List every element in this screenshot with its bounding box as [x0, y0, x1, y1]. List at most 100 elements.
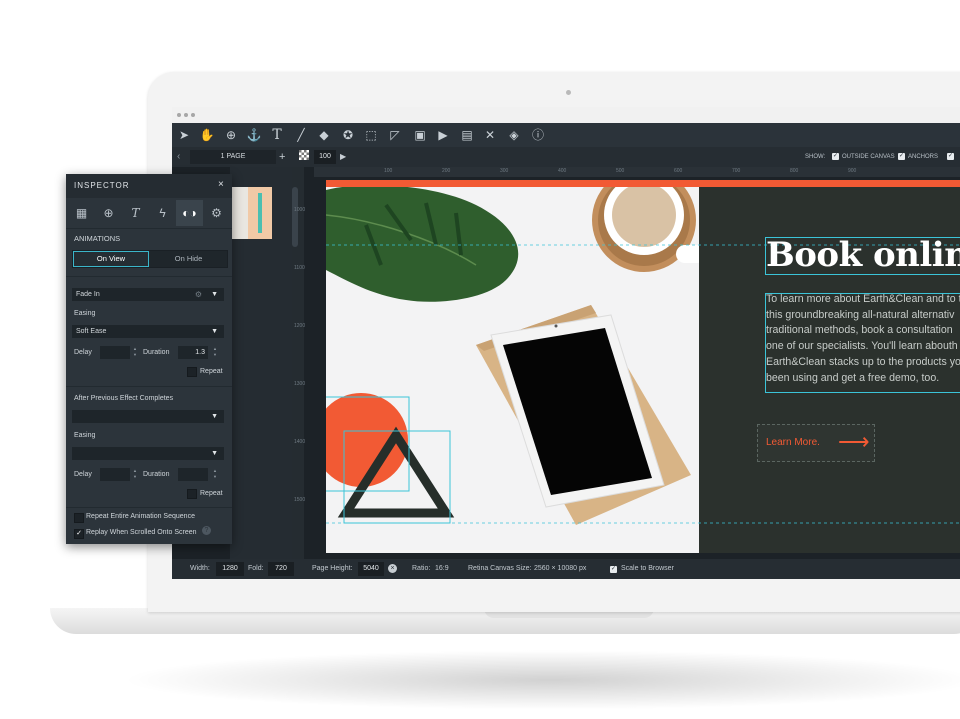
on-view-tab[interactable]: On View [73, 251, 149, 267]
repeat-sequence-checkbox[interactable] [74, 513, 84, 523]
checker-icon[interactable] [299, 150, 309, 160]
delay2-stepper[interactable]: ▲ ▼ [132, 468, 138, 481]
ruler-tick: 1000 [294, 207, 306, 213]
window-dot[interactable] [184, 113, 188, 117]
repeat-label: Repeat [200, 368, 223, 375]
anchor-icon[interactable]: ⚓ [246, 127, 262, 143]
clear-icon[interactable]: × [388, 564, 397, 573]
duration-field[interactable]: 1.3 [178, 346, 208, 359]
embed-icon[interactable]: ▤ [459, 127, 475, 143]
close-icon[interactable]: × [218, 179, 224, 191]
ruler-tick: 1200 [294, 323, 306, 329]
layout-icon[interactable]: ▦ [68, 200, 95, 226]
anchors-checkbox[interactable]: ✓ [898, 153, 905, 160]
add-page-button[interactable]: + [279, 149, 285, 165]
play-icon[interactable]: ▶ [340, 150, 346, 164]
arrow-right-icon: ⟶ [838, 429, 870, 454]
outside-canvas-checkbox[interactable]: ✓ [832, 153, 839, 160]
ruler-tick: 400 [558, 168, 567, 174]
delay-field[interactable] [100, 346, 130, 359]
chevron-down-icon: ▼ [211, 291, 218, 298]
easing-select[interactable]: Soft Ease ▼ [72, 325, 224, 338]
image-icon[interactable]: ▣ [412, 127, 428, 143]
scrollbar-thumb[interactable] [292, 187, 298, 247]
outside-canvas-label: OUTSIDE CANVAS [842, 154, 895, 160]
animation-icon[interactable]: ◐◑ [176, 200, 203, 226]
on-hide-tab[interactable]: On Hide [150, 251, 227, 267]
shape-icon[interactable]: ◆ [316, 127, 332, 143]
easing2-label: Easing [74, 432, 96, 439]
page-bar: ‹ 1 PAGE + 100 ▶ SHOW: ✓ OUTSIDE CANVAS … [172, 147, 960, 167]
easing-label: Easing [74, 310, 96, 317]
text-icon[interactable]: T [269, 127, 285, 143]
tools-icon[interactable]: ✕ [482, 127, 498, 143]
gear-icon[interactable]: ⚙ [203, 200, 230, 226]
star-icon[interactable]: ✪ [340, 127, 356, 143]
typography-icon[interactable]: T [122, 200, 149, 226]
frame-icon[interactable]: ⬚ [363, 127, 379, 143]
info-icon[interactable]: ⓘ [530, 127, 546, 143]
inspector-header: INSPECTOR × [66, 174, 232, 198]
zoom-field[interactable]: 100 [314, 150, 336, 164]
page-height-field[interactable]: 5040 [358, 562, 384, 576]
extra-checkbox[interactable]: ✓ [947, 153, 954, 160]
delay2-field[interactable] [100, 468, 130, 481]
duration2-stepper[interactable]: ▲ ▼ [212, 468, 218, 481]
duration-stepper[interactable]: ▲ ▼ [212, 346, 218, 359]
duration2-label: Duration [143, 471, 170, 478]
chevron-left-icon[interactable]: ‹ [177, 150, 180, 164]
gear-icon[interactable]: ⚙ [191, 288, 202, 301]
ruler-tick: 900 [848, 168, 857, 174]
width-label: Width: [190, 565, 210, 572]
after-previous-label: After Previous Effect Completes [74, 395, 174, 402]
help-icon[interactable]: ? [202, 526, 211, 535]
lightning-icon[interactable]: ϟ [149, 200, 176, 226]
window-dot[interactable] [191, 113, 195, 117]
thumb-toothbrush [258, 193, 262, 233]
delay-stepper[interactable]: ▲ ▼ [132, 346, 138, 359]
animations-label: ANIMATIONS [74, 234, 121, 243]
duration2-field[interactable] [178, 468, 208, 481]
replay-label: Replay When Scrolled Onto Screen [86, 529, 197, 536]
path-icon[interactable]: ◸ [387, 127, 403, 143]
line-icon[interactable]: ╱ [293, 127, 309, 143]
video-icon[interactable]: ▶ [435, 127, 451, 143]
effect-select[interactable]: Fade In ⚙ ▼ [72, 288, 224, 301]
easing-value: Soft Ease [76, 328, 107, 335]
after-effect-select[interactable]: ▼ [72, 410, 224, 423]
chevron-down-icon: ▼ [211, 328, 218, 335]
body-selection [765, 293, 960, 393]
easing2-select[interactable]: ▼ [72, 447, 224, 460]
repeat2-checkbox[interactable] [187, 489, 197, 499]
width-field[interactable]: 1280 [216, 562, 244, 576]
learn-more-button[interactable]: Learn More. ⟶ [757, 424, 875, 462]
pointer-icon[interactable]: ➤ [176, 127, 192, 143]
main-toolbar: ➤ ✋ ⊕ ⚓ T ╱ ◆ ✪ ⬚ ◸ ▣ ▶ ▤ ✕ ◈ ⓘ [172, 123, 960, 148]
window-dot[interactable] [177, 113, 181, 117]
page-height-label: Page Height: [312, 565, 353, 572]
replay-checkbox[interactable]: ✓ [74, 529, 84, 539]
page-tab[interactable]: 1 PAGE [190, 150, 276, 164]
inspector-tabs: ▦ ⊕ T ϟ ◐◑ ⚙ [66, 200, 232, 226]
divider [66, 386, 232, 387]
camera [566, 90, 571, 95]
delay-label: Delay [74, 349, 92, 356]
laptop-shadow [120, 650, 960, 710]
repeat-checkbox[interactable] [187, 367, 197, 377]
repeat2-label: Repeat [200, 490, 223, 497]
hand-icon[interactable]: ✋ [199, 127, 215, 143]
retina-value: 2560 × 10080 px [534, 565, 587, 572]
zoom-icon[interactable]: ⊕ [223, 127, 239, 143]
repeat-sequence-label: Repeat Entire Animation Sequence [86, 513, 195, 520]
scale-checkbox[interactable]: ✓ [610, 566, 617, 573]
page-thumbnail[interactable] [230, 187, 272, 239]
ruler-tick: 200 [442, 168, 451, 174]
inspector-panel: INSPECTOR × ▦ ⊕ T ϟ ◐◑ ⚙ ANIMATIONS On V… [66, 174, 232, 544]
ratio-value: 16:9 [435, 565, 449, 572]
ruler-tick: 800 [790, 168, 799, 174]
crosshair-icon[interactable]: ⊕ [95, 200, 122, 226]
ruler-tick: 1500 [294, 497, 306, 503]
fold-field[interactable]: 720 [268, 562, 294, 576]
headline-selection [765, 237, 960, 275]
layers-icon[interactable]: ◈ [506, 127, 522, 143]
